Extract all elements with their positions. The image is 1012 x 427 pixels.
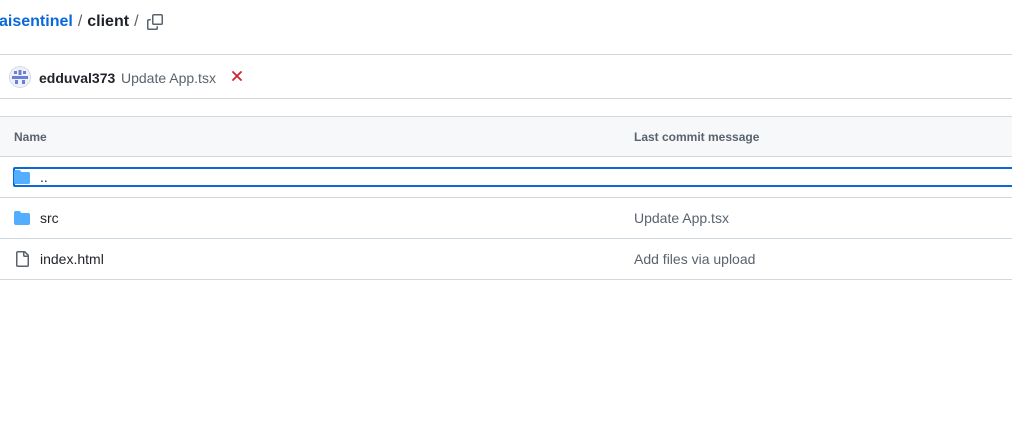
column-header-last-commit-message: Last commit message — [634, 130, 760, 144]
table-row[interactable]: index.html Add files via upload — [0, 239, 1012, 280]
focus-ring — [13, 167, 1012, 187]
page: aisentinel / client / edduval373 Update App… — [0, 0, 1012, 427]
copy-icon — [147, 14, 163, 30]
breadcrumb-bar: aisentinel / client / — [0, 0, 1012, 44]
commit-author-link[interactable]: edduval373 — [39, 69, 115, 87]
folder-icon — [14, 211, 30, 225]
file-name-link[interactable]: .. — [40, 169, 48, 185]
breadcrumb-separator: / — [77, 13, 83, 30]
commit-message-link[interactable]: Update App.tsx — [634, 210, 729, 226]
file-name-link[interactable]: index.html — [40, 251, 104, 267]
breadcrumb-repo-link[interactable]: aisentinel — [0, 13, 73, 30]
commit-message-link[interactable]: Update App.tsx — [121, 69, 216, 87]
breadcrumb-separator: / — [134, 13, 139, 30]
avatar-identicon — [10, 67, 30, 87]
breadcrumb: aisentinel / client / — [0, 12, 144, 32]
file-table: Name Last commit message .. src Update A… — [0, 116, 1012, 280]
file-name-link[interactable]: src — [40, 210, 59, 226]
table-header: Name Last commit message — [0, 116, 1012, 157]
commit-message-link[interactable]: Add files via upload — [634, 251, 755, 267]
x-icon — [232, 71, 242, 81]
column-header-name: Name — [14, 130, 47, 144]
file-icon — [16, 251, 29, 267]
table-row-parent-directory[interactable]: .. — [0, 157, 1012, 198]
breadcrumb-current-folder: client — [87, 13, 130, 30]
copy-path-button[interactable] — [143, 10, 167, 34]
latest-commit-bar: edduval373 Update App.tsx — [0, 54, 1012, 99]
table-row[interactable]: src Update App.tsx — [0, 198, 1012, 239]
avatar[interactable] — [10, 67, 30, 87]
commit-status-button[interactable] — [229, 68, 245, 84]
folder-icon — [14, 170, 30, 184]
